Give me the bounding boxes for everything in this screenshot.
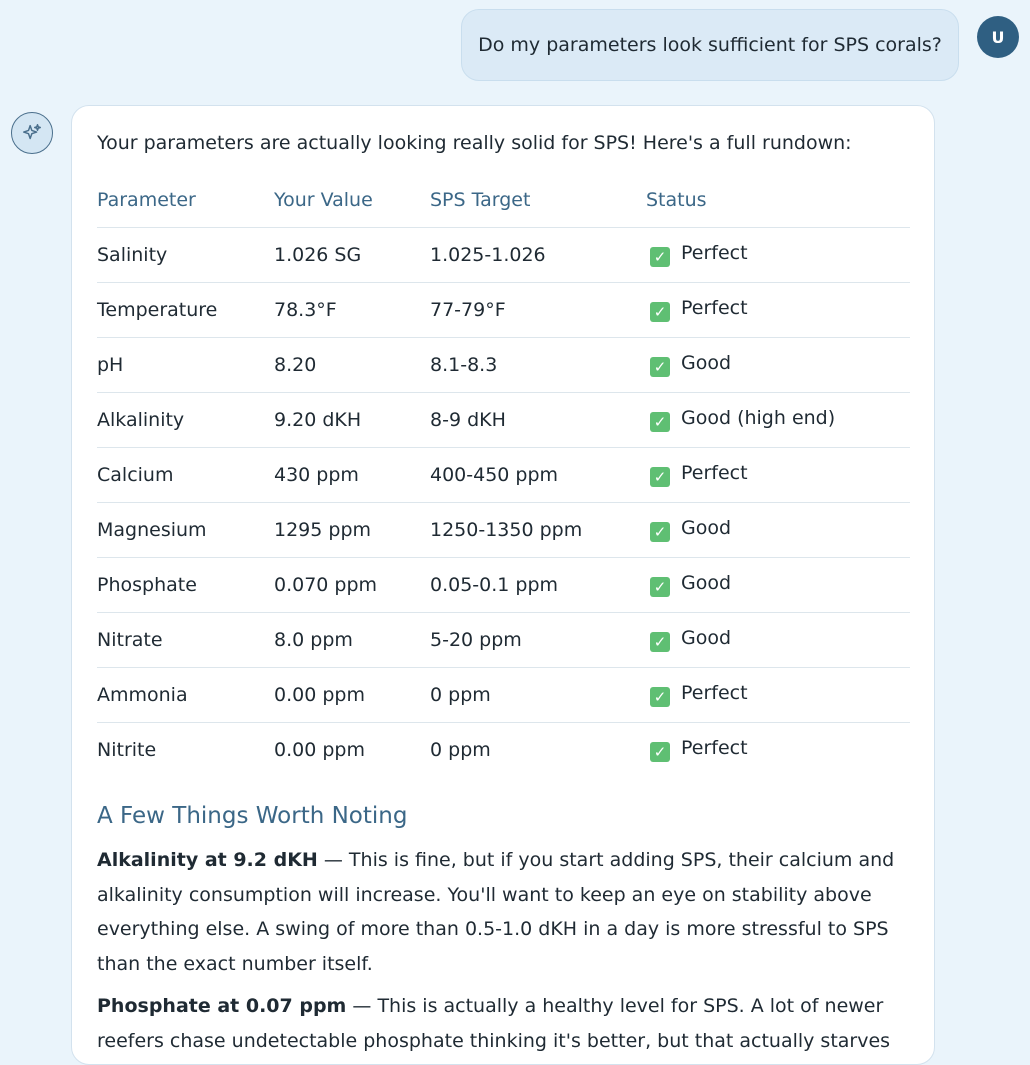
- assistant-avatar: [11, 112, 53, 154]
- cell-parameter: Salinity: [97, 227, 274, 283]
- cell-value: 1295 ppm: [274, 502, 430, 558]
- user-message-text: Do my parameters look sufficient for SPS…: [478, 34, 942, 56]
- cell-parameter: Temperature: [97, 282, 274, 338]
- check-icon: ✓: [650, 357, 670, 377]
- table-row: Alkalinity 9.20 dKH 8-9 dKH ✓ Good (high end…: [97, 392, 910, 448]
- cell-target: 8.1-8.3: [430, 337, 646, 393]
- cell-target: 0.05-0.1 ppm: [430, 557, 646, 613]
- cell-status: ✓ Perfect: [646, 722, 910, 777]
- user-message-row: Do my parameters look sufficient for SPS…: [0, 9, 1030, 81]
- status-text: Good: [681, 352, 732, 374]
- parameters-table: Parameter Your Value SPS Target Status S…: [97, 173, 910, 777]
- table-row: pH 8.20 8.1-8.3 ✓ Good: [97, 337, 910, 393]
- table-row: Salinity 1.026 SG 1.025-1.026 ✓ Perfect: [97, 227, 910, 283]
- user-message-bubble: Do my parameters look sufficient for SPS…: [461, 9, 959, 81]
- cell-parameter: Nitrite: [97, 738, 157, 761]
- cell-value: 0.070 ppm: [274, 557, 430, 613]
- header-your-value: Your Value: [274, 173, 430, 228]
- check-icon: ✓: [650, 302, 670, 322]
- cell-target: 0 ppm: [430, 738, 491, 761]
- check-icon: ✓: [650, 247, 670, 267]
- header-status: Status: [646, 173, 910, 228]
- cell-value: 0.00 ppm: [274, 738, 365, 761]
- cell-parameter: Calcium: [97, 447, 274, 503]
- check-icon: ✓: [650, 577, 670, 597]
- user-avatar-initial: U: [991, 27, 1005, 47]
- cell-target: 1250-1350 ppm: [430, 502, 646, 558]
- assistant-message-card: Your parameters are actually looking rea…: [71, 105, 935, 1065]
- status-text: Good: [681, 627, 732, 649]
- note-phosphate: Phosphate at 0.07 ppm — This is actually…: [97, 989, 909, 1064]
- status-text: Perfect: [681, 242, 748, 264]
- check-icon: ✓: [650, 467, 670, 487]
- cell-target: 0 ppm: [430, 667, 646, 723]
- note-alkalinity: Alkalinity at 9.2 dKH — This is fine, bu…: [97, 843, 909, 981]
- cell-parameter: Nitrate: [97, 612, 274, 668]
- cell-value: 8.0 ppm: [274, 612, 430, 668]
- cell-value: 78.3°F: [274, 282, 430, 338]
- cell-status: ✓ Perfect: [646, 447, 910, 503]
- cell-status: ✓ Good: [646, 557, 910, 613]
- cell-parameter: pH: [97, 337, 274, 393]
- cell-parameter: Alkalinity: [97, 392, 274, 448]
- cell-target: 5-20 ppm: [430, 612, 646, 668]
- note-bold: Alkalinity at 9.2 dKH: [97, 849, 318, 871]
- table-row: Phosphate 0.070 ppm 0.05-0.1 ppm ✓ Good: [97, 557, 910, 613]
- user-avatar[interactable]: U: [977, 16, 1019, 58]
- assistant-intro: Your parameters are actually looking rea…: [97, 132, 852, 154]
- table-header-row: Parameter Your Value SPS Target Status: [97, 173, 910, 228]
- table-row: Nitrite 0.00 ppm 0 ppm ✓ Perfect: [97, 722, 910, 777]
- sparkle-icon: [23, 124, 41, 140]
- cell-status: ✓ Perfect: [646, 667, 910, 723]
- cell-status: ✓ Perfect: [646, 227, 910, 283]
- cell-parameter: Phosphate: [97, 557, 274, 613]
- cell-target: 1.025-1.026: [430, 227, 646, 283]
- header-sps-target: SPS Target: [430, 173, 646, 228]
- cell-parameter: Magnesium: [97, 502, 274, 558]
- cell-status: ✓ Good (high end): [646, 392, 910, 448]
- cell-status: ✓ Good: [646, 337, 910, 393]
- check-icon: ✓: [650, 632, 670, 652]
- cell-target: 77-79°F: [430, 282, 646, 338]
- table-row: Temperature 78.3°F 77-79°F ✓ Perfect: [97, 282, 910, 338]
- cell-status: ✓ Good: [646, 502, 910, 558]
- cell-value: 9.20 dKH: [274, 392, 430, 448]
- status-text: Perfect: [681, 297, 748, 319]
- check-icon: ✓: [650, 687, 670, 707]
- cell-parameter: Ammonia: [97, 667, 274, 723]
- check-icon: ✓: [650, 412, 670, 432]
- status-text: Perfect: [681, 737, 748, 760]
- status-text: Good: [681, 517, 732, 539]
- check-icon: ✓: [650, 522, 670, 542]
- status-text: Perfect: [681, 462, 748, 484]
- table-row: Ammonia 0.00 ppm 0 ppm ✓ Perfect: [97, 667, 910, 723]
- header-parameter: Parameter: [97, 173, 274, 228]
- cell-value: 0.00 ppm: [274, 667, 430, 723]
- cell-target: 400-450 ppm: [430, 447, 646, 503]
- status-text: Good (high end): [681, 407, 836, 429]
- table-row: Magnesium 1295 ppm 1250-1350 ppm ✓ Good: [97, 502, 910, 558]
- note-bold: Phosphate at 0.07 ppm: [97, 995, 347, 1017]
- cell-value: 1.026 SG: [274, 227, 430, 283]
- cell-value: 430 ppm: [274, 447, 430, 503]
- cell-status: ✓ Perfect: [646, 282, 910, 338]
- cell-target: 8-9 dKH: [430, 392, 646, 448]
- status-text: Good: [681, 572, 732, 594]
- table-row: Nitrate 8.0 ppm 5-20 ppm ✓ Good: [97, 612, 910, 668]
- table-row: Calcium 430 ppm 400-450 ppm ✓ Perfect: [97, 447, 910, 503]
- status-text: Perfect: [681, 682, 748, 704]
- cell-status: ✓ Good: [646, 612, 910, 668]
- cell-value: 8.20: [274, 337, 430, 393]
- table-body: Salinity 1.026 SG 1.025-1.026 ✓ Perfect Tempe…: [97, 227, 910, 777]
- section-heading: A Few Things Worth Noting: [97, 803, 408, 829]
- check-icon: ✓: [650, 742, 670, 763]
